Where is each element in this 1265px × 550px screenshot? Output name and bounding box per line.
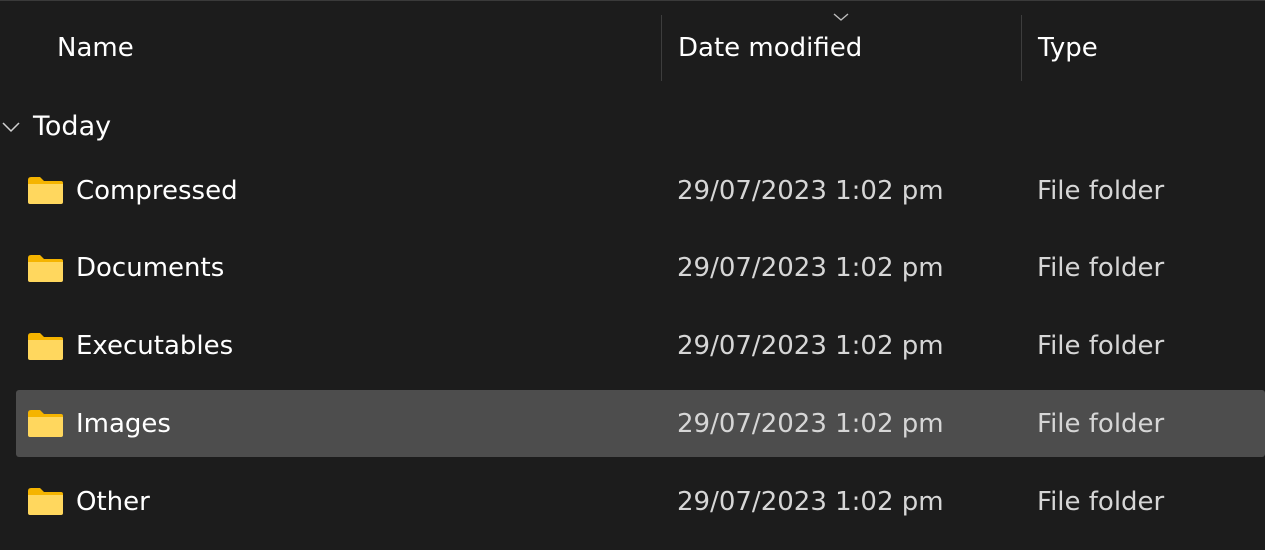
folder-icon bbox=[28, 177, 63, 204]
column-header-bar: Name Date modified Type bbox=[0, 1, 1265, 97]
folder-icon bbox=[28, 410, 63, 438]
group-label: Today bbox=[33, 110, 112, 142]
group-header-today[interactable]: Today bbox=[0, 99, 1265, 153]
item-type: File folder bbox=[1037, 175, 1165, 206]
item-date-modified: 29/07/2023 1:02 pm bbox=[677, 331, 944, 361]
item-type: File folder bbox=[1037, 486, 1165, 517]
column-header-type[interactable]: Type bbox=[1022, 15, 1265, 81]
item-name: Documents bbox=[76, 253, 225, 284]
column-header-date-modified[interactable]: Date modified bbox=[662, 15, 1020, 81]
item-name: Executables bbox=[76, 331, 234, 361]
item-name: Compressed bbox=[76, 175, 238, 206]
list-item[interactable]: Executables 29/07/2023 1:02 pm File fold… bbox=[16, 313, 1265, 380]
list-item[interactable]: Compressed 29/07/2023 1:02 pm File folde… bbox=[16, 157, 1265, 224]
folder-icon bbox=[28, 488, 63, 515]
list-item[interactable]: Documents 29/07/2023 1:02 pm File folder bbox=[16, 235, 1265, 302]
item-date-modified: 29/07/2023 1:02 pm bbox=[677, 253, 944, 284]
item-name: Other bbox=[76, 486, 150, 517]
item-date-modified: 29/07/2023 1:02 pm bbox=[677, 175, 944, 206]
item-name: Images bbox=[76, 408, 171, 439]
list-item-selected[interactable]: Images 29/07/2023 1:02 pm File folder bbox=[16, 390, 1265, 458]
chevron-down-icon[interactable] bbox=[1, 116, 21, 136]
list-item[interactable]: Other 29/07/2023 1:02 pm File folder bbox=[16, 468, 1265, 535]
column-header-name[interactable]: Name bbox=[0, 15, 660, 81]
file-list: Compressed 29/07/2023 1:02 pm File folde… bbox=[16, 157, 1265, 546]
folder-icon bbox=[28, 254, 63, 282]
file-explorer-details-view: Name Date modified Type Today Compressed… bbox=[0, 0, 1265, 550]
item-date-modified: 29/07/2023 1:02 pm bbox=[677, 486, 944, 517]
item-date-modified: 29/07/2023 1:02 pm bbox=[677, 408, 944, 439]
item-type: File folder bbox=[1037, 331, 1165, 361]
folder-icon bbox=[28, 332, 63, 360]
item-type: File folder bbox=[1037, 253, 1165, 284]
item-type: File folder bbox=[1037, 408, 1165, 439]
